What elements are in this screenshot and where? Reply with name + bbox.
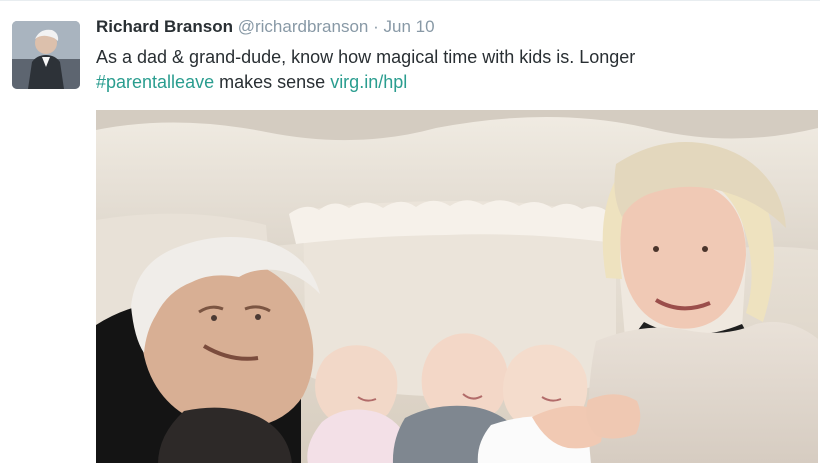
tweet-text-part1: As a dad & grand-dude, know how magical …: [96, 47, 636, 67]
tweet-content: Richard Branson @richardbranson · Jun 10…: [96, 15, 808, 95]
tweet-card[interactable]: Richard Branson @richardbranson · Jun 10…: [0, 0, 820, 463]
date-separator: ·: [373, 17, 379, 36]
author-handle[interactable]: @richardbranson: [238, 17, 369, 36]
hashtag-link[interactable]: #parentalleave: [96, 72, 214, 92]
tweet-header: Richard Branson @richardbranson · Jun 10: [96, 15, 808, 39]
tweet-text: As a dad & grand-dude, know how magical …: [96, 45, 808, 95]
tweet-date[interactable]: Jun 10: [384, 17, 435, 36]
tweet-media[interactable]: [96, 110, 818, 463]
tweet-text-part2: makes sense: [219, 72, 326, 92]
url-link[interactable]: virg.in/hpl: [330, 72, 407, 92]
author-name[interactable]: Richard Branson: [96, 17, 233, 36]
avatar[interactable]: [12, 21, 80, 89]
